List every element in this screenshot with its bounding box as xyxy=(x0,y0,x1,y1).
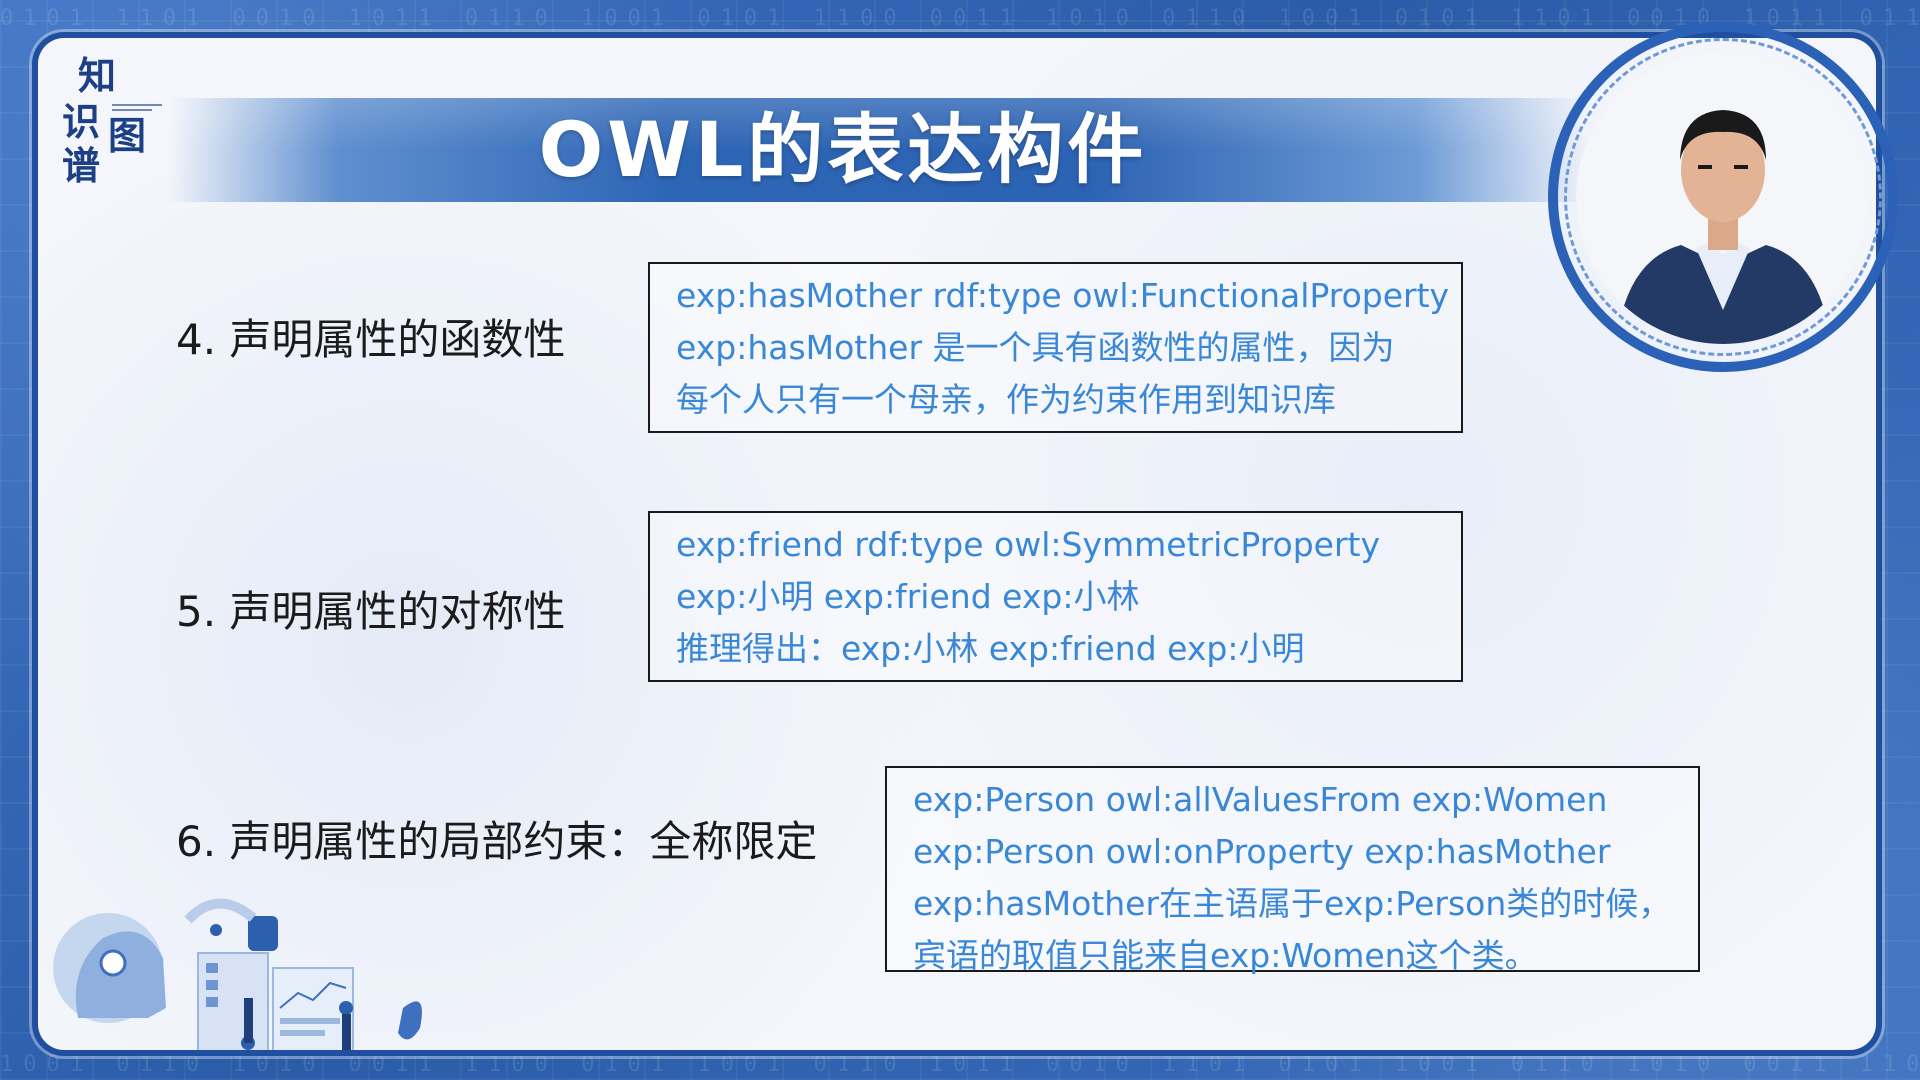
item-box-allvalues: exp:Person owl:allValuesFrom exp:Women e… xyxy=(885,766,1700,975)
robot-illustration-icon xyxy=(53,898,422,1050)
logo-char-2: 识 xyxy=(62,100,101,144)
logo-char-4: 谱 xyxy=(62,144,101,188)
item-box-symmetric: exp:friend rdf:type owl:SymmetricPropert… xyxy=(648,511,1463,682)
logo-small-print xyxy=(112,104,162,111)
slide-title: OWL的表达构件 xyxy=(538,105,1148,194)
presenter-video xyxy=(1548,22,1898,372)
background-pattern-bottom: 1001 0110 1010 0011 1100 0101 1001 0110 … xyxy=(0,1052,1920,1077)
item-label-functional: 4. 声明属性的函数性 xyxy=(176,315,566,364)
box-line: exp:小明 exp:friend exp:小林 xyxy=(676,577,1140,616)
box-line: 宾语的取值只能来自exp:Women这个类。 xyxy=(913,936,1538,975)
box-line: exp:hasMother rdf:type owl:FunctionalPro… xyxy=(676,276,1450,315)
box-line: exp:hasMother 是一个具有函数性的属性，因为 xyxy=(676,328,1395,367)
presenter-frame xyxy=(1576,50,1870,344)
box-line: 推理得出：exp:小林 exp:friend exp:小明 xyxy=(676,629,1305,668)
box-line: exp:Person owl:allValuesFrom exp:Women xyxy=(913,780,1608,819)
logo-char-3: 图 xyxy=(108,114,147,158)
item-label-symmetric: 5. 声明属性的对称性 xyxy=(176,587,566,636)
presenter-icon xyxy=(1576,50,1870,344)
box-line: exp:Person owl:onProperty exp:hasMother xyxy=(913,832,1611,871)
box-line: exp:hasMother在主语属于exp:Person类的时候， xyxy=(913,884,1672,923)
item-box-functional: exp:hasMother rdf:type owl:FunctionalPro… xyxy=(648,262,1463,433)
box-line: 每个人只有一个母亲，作为约束作用到知识库 xyxy=(676,380,1336,419)
logo-char-1: 知 xyxy=(78,54,117,98)
box-line: exp:friend rdf:type owl:SymmetricPropert… xyxy=(676,525,1381,564)
